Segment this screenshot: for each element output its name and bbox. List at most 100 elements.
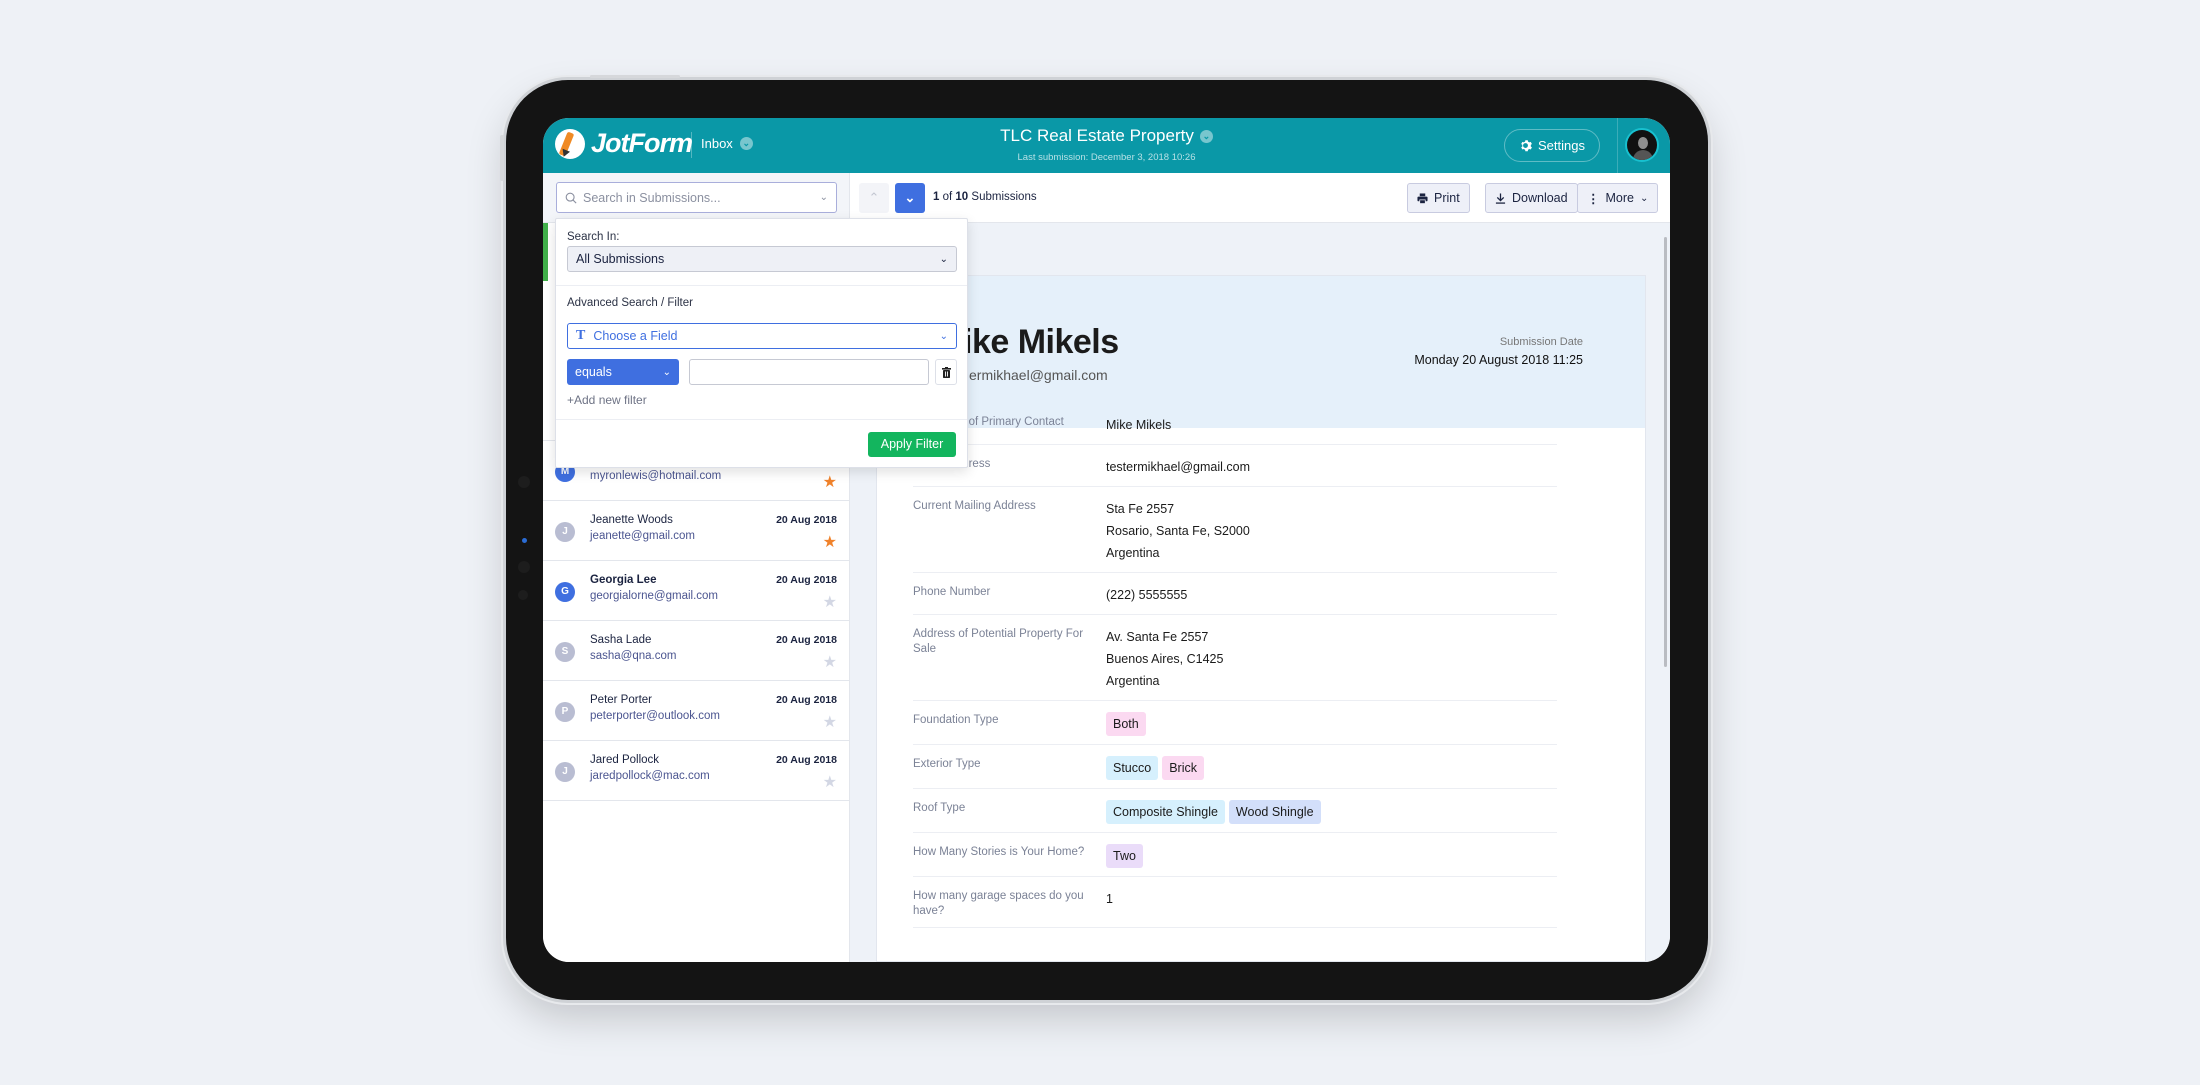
field-value: 1	[1106, 888, 1557, 919]
submission-field-row: Current Mailing Address Sta Fe 2557 Rosari…	[913, 487, 1557, 573]
field-value-line: Buenos Aires, C1425	[1106, 652, 1224, 666]
choose-field-placeholder: Choose a Field	[593, 329, 678, 343]
submitter-name: Georgia Lee	[590, 574, 657, 586]
field-label: Phone Number	[913, 586, 991, 598]
option-tag: Two	[1106, 844, 1143, 868]
star-icon[interactable]: ★	[823, 652, 837, 672]
search-box[interactable]: ⌄	[556, 182, 837, 213]
selected-submission-indicator	[543, 223, 548, 281]
previous-submission-button[interactable]: ⌃	[859, 183, 889, 213]
submitter-email: jeanette@gmail.com	[590, 530, 695, 542]
settings-label: Settings	[1538, 138, 1585, 153]
submitter-initial-avatar: S	[555, 642, 575, 662]
search-input[interactable]	[583, 190, 814, 205]
apply-filter-button[interactable]: Apply Filter	[868, 432, 956, 457]
filter-value-input[interactable]	[690, 360, 928, 384]
field-value: Av. Santa Fe 2557 Buenos Aires, C1425 Arge…	[1106, 626, 1557, 692]
submission-list-item[interactable]: J Jared Pollock jaredpollock@mac.com 20 Aug…	[543, 741, 849, 801]
submitter-name: Peter Porter	[590, 694, 652, 706]
submission-field-row: Exterior Type Stucco Brick	[913, 745, 1557, 789]
operator-select[interactable]: equals ⌄	[567, 359, 679, 385]
submission-list-item[interactable]: J Jeanette Woods jeanette@gmail.com 20 Aug …	[543, 501, 849, 561]
submission-field-row: How many garage spaces do you have? 1	[913, 877, 1557, 928]
current-index: 1	[933, 191, 940, 203]
submission-list-item[interactable]: P Peter Porter peterporter@outlook.com 20 A…	[543, 681, 849, 741]
operator-value: equals	[575, 365, 612, 379]
search-bar-area: ⌄	[543, 173, 849, 223]
submission-field-row: How Many Stories is Your Home? Two	[913, 833, 1557, 877]
more-button[interactable]: ⋮ More ⌄	[1577, 183, 1659, 213]
of-word: of	[942, 191, 953, 203]
field-value-line: Mike Mikels	[1106, 418, 1172, 432]
gear-icon	[1521, 140, 1532, 152]
star-icon[interactable]: ★	[823, 712, 837, 732]
option-tag: Wood Shingle	[1228, 800, 1321, 824]
submission-list-item[interactable]: G Georgia Lee georgialorne@gmail.com 20 Aug…	[543, 561, 849, 621]
submission-fields: Full Name of Primary ContactMike MikelsE…	[913, 403, 1557, 928]
submitter-name: Jeanette Woods	[590, 514, 673, 526]
form-title-menu[interactable]: TLC Real Estate Property ⌄	[1000, 126, 1213, 146]
field-label: Current Mailing Address	[913, 500, 1036, 512]
printer-icon	[1417, 192, 1428, 204]
field-value-line: (222) 5555555	[1106, 588, 1188, 602]
camera-lens	[522, 538, 527, 543]
download-label: Download	[1512, 191, 1568, 205]
header-divider	[1617, 118, 1618, 173]
submission-field-row: Full Name of Primary Contact Mike Mikels	[913, 403, 1557, 445]
option-tag: Brick	[1162, 756, 1204, 780]
download-icon	[1495, 192, 1506, 204]
app-screen: JotForm Inbox ⌄ TLC Real Estate Property…	[543, 118, 1670, 962]
field-value-line: Rosario, Santa Fe, S2000	[1106, 524, 1250, 538]
field-label: Exterior Type	[913, 758, 981, 770]
content-scrollbar[interactable]	[1664, 237, 1667, 667]
submission-counter: 1 of 10 Submissions	[933, 191, 1037, 203]
star-icon[interactable]: ★	[823, 592, 837, 612]
star-icon[interactable]: ★	[823, 472, 837, 492]
delete-filter-button[interactable]	[935, 359, 957, 385]
star-icon[interactable]: ★	[823, 772, 837, 792]
print-button[interactable]: Print	[1407, 183, 1470, 213]
submission-date: 20 Aug 2018	[776, 694, 837, 706]
total-count: 10	[955, 191, 969, 203]
search-in-select[interactable]: All Submissions ⌄	[567, 246, 957, 272]
user-avatar[interactable]	[1625, 128, 1659, 162]
add-new-filter-link[interactable]: +Add new filter	[567, 393, 647, 407]
field-value-line: Sta Fe 2557	[1106, 502, 1175, 516]
chevron-down-icon[interactable]: ⌄	[820, 192, 828, 203]
tablet-volume-button	[500, 135, 504, 181]
filter-value-field[interactable]	[689, 359, 929, 385]
chevron-down-icon: ⌄	[662, 366, 671, 378]
field-value-line: Av. Santa Fe 2557	[1106, 630, 1209, 644]
settings-button[interactable]: Settings	[1504, 129, 1600, 162]
popover-divider	[556, 285, 967, 286]
star-icon[interactable]: ★	[823, 532, 837, 552]
chevron-down-icon: ⌄	[939, 253, 948, 265]
field-value-line: Argentina	[1106, 674, 1160, 688]
form-title: TLC Real Estate Property ⌄	[543, 126, 1670, 146]
submission-field-row: E-mail Addresstestermikhael@gmail.com	[913, 445, 1557, 487]
submission-date: 20 Aug 2018	[776, 514, 837, 526]
submission-date: 20 Aug 2018	[776, 574, 837, 586]
submitter-name: Jared Pollock	[590, 754, 660, 766]
field-value: Both	[1106, 712, 1557, 736]
download-button[interactable]: Download	[1485, 183, 1578, 213]
choose-field-select[interactable]: T Choose a Field ⌄	[567, 323, 957, 349]
submission-date-value: Monday 20 August 2018 11:25	[1414, 353, 1583, 367]
chevron-down-icon: ⌄	[1639, 192, 1649, 204]
next-submission-button[interactable]: ⌄	[895, 183, 925, 213]
submitter-initial-avatar: J	[555, 522, 575, 542]
chevron-down-icon: ⌄	[939, 330, 948, 342]
app-header: JotForm Inbox ⌄ TLC Real Estate Property…	[543, 118, 1670, 173]
field-value: Two	[1106, 844, 1557, 868]
submission-field-row: Roof Type Composite Shingle Wood Shingle	[913, 789, 1557, 833]
field-value: Stucco Brick	[1106, 756, 1557, 780]
popover-divider	[556, 419, 967, 420]
submitter-initial-avatar: G	[555, 582, 575, 602]
submission-list-item[interactable]: S Sasha Lade sasha@qna.com 20 Aug 2018 ★	[543, 621, 849, 681]
camera-dot	[518, 476, 530, 488]
vertical-dots-icon: ⋮	[1587, 191, 1600, 206]
sensor-dot	[518, 561, 530, 573]
tablet-top-button	[590, 75, 680, 78]
submission-date: 20 Aug 2018	[776, 634, 837, 646]
option-tag: Composite Shingle	[1106, 800, 1225, 824]
